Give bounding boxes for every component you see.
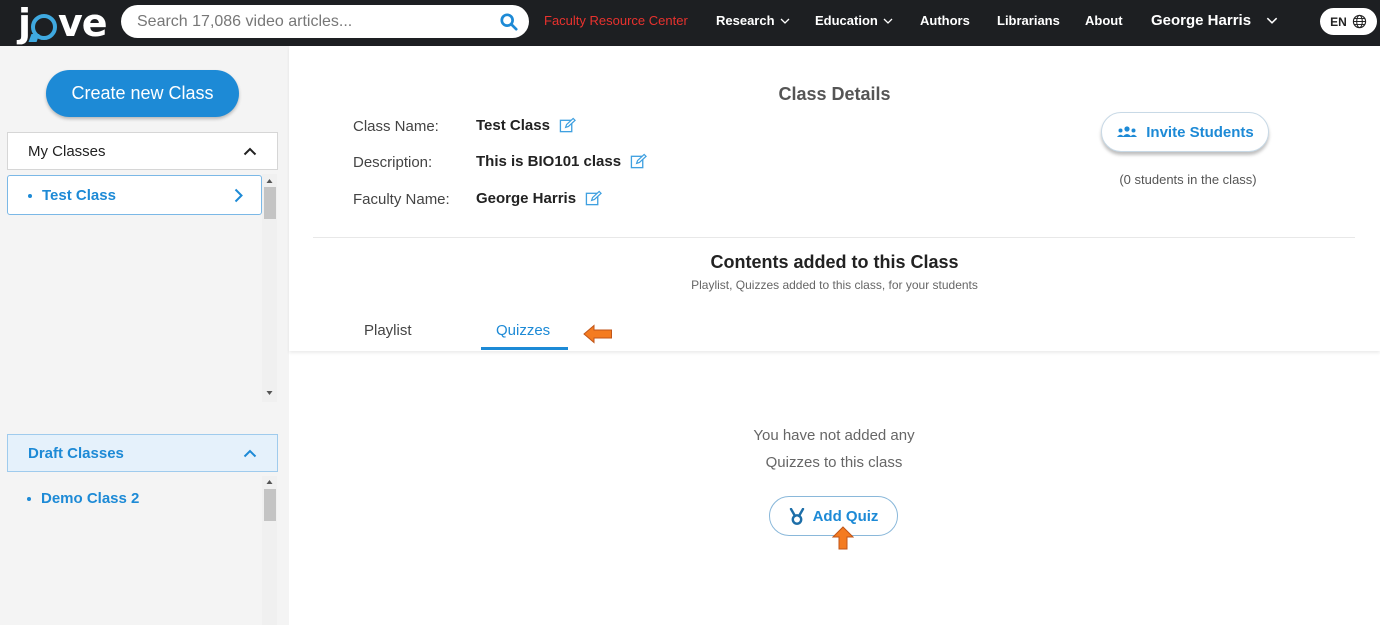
class-name-field: Test Class <box>476 117 576 134</box>
logo-text-j: j <box>18 1 31 45</box>
description-label: Description: <box>353 154 433 171</box>
user-menu[interactable]: George Harris <box>1151 12 1278 29</box>
language-label: EN <box>1330 14 1347 29</box>
scroll-up-arrow-icon[interactable] <box>264 177 275 185</box>
nav-librarians[interactable]: Librarians <box>997 13 1060 28</box>
chevron-down-icon <box>883 18 893 24</box>
empty-state-line-2: Quizzes to this class <box>765 454 903 471</box>
edit-icon[interactable] <box>559 117 576 134</box>
chevron-up-icon <box>243 449 257 457</box>
students-count: (0 students in the class) <box>1119 172 1257 187</box>
logo-o-mark-icon <box>31 14 58 40</box>
empty-state-message: You have not added any Quizzes to this c… <box>289 422 1379 476</box>
faculty-name-field: George Harris <box>476 190 602 207</box>
create-new-class-button[interactable]: Create new Class <box>46 70 239 117</box>
bullet <box>28 193 32 198</box>
nav-education[interactable]: Education <box>815 13 893 28</box>
tab-playlist[interactable]: Playlist <box>364 322 412 339</box>
draft-item-demo-class-2[interactable]: Demo Class 2 <box>27 490 139 507</box>
description-value: This is BIO101 class <box>476 153 622 170</box>
my-classes-header[interactable]: My Classes <box>7 132 278 170</box>
search-box <box>121 5 529 38</box>
chevron-up-icon <box>243 147 257 155</box>
description-field: This is BIO101 class <box>476 153 648 170</box>
users-icon <box>1117 126 1138 137</box>
class-name-label: Class Name: <box>353 118 439 135</box>
my-classes-scroll-thumb[interactable] <box>264 187 276 219</box>
nav-research[interactable]: Research <box>716 13 790 28</box>
nav-authors[interactable]: Authors <box>920 13 970 28</box>
nav-about[interactable]: About <box>1085 13 1123 28</box>
language-selector[interactable]: EN <box>1320 8 1377 35</box>
faculty-name-label: Faculty Name: <box>353 191 450 208</box>
my-classes-label: My Classes <box>28 142 106 160</box>
user-name: George Harris <box>1151 12 1252 29</box>
main-content: Class Details Class Name: Test Class Des… <box>289 46 1380 625</box>
nav-research-label: Research <box>716 13 775 28</box>
draft-class-name: Demo Class 2 <box>41 490 140 507</box>
add-quiz-label: Add Quiz <box>812 507 879 525</box>
edit-icon[interactable] <box>585 190 602 207</box>
class-details-title: Class Details <box>778 84 891 104</box>
jove-logo[interactable]: j ve <box>18 1 108 45</box>
globe-icon <box>1352 14 1366 29</box>
invite-students-label: Invite Students <box>1146 123 1254 141</box>
faculty-name-value: George Harris <box>476 190 577 207</box>
bullet <box>27 497 31 502</box>
empty-state-line-1: You have not added any <box>753 427 915 444</box>
draft-classes-label: Draft Classes <box>28 444 124 462</box>
medal-icon <box>789 507 804 525</box>
chevron-down-icon <box>1266 17 1278 24</box>
arrow-annotation-icon <box>583 324 612 344</box>
scroll-down-arrow-icon[interactable] <box>264 389 275 397</box>
arrow-annotation-icon <box>832 526 854 550</box>
draft-classes-scroll-thumb[interactable] <box>264 489 276 521</box>
edit-icon[interactable] <box>630 153 648 170</box>
search-icon[interactable] <box>500 13 518 31</box>
draft-classes-header[interactable]: Draft Classes <box>7 434 278 472</box>
class-name-value: Test Class <box>476 117 550 134</box>
chevron-down-icon <box>780 18 790 24</box>
tab-quizzes[interactable]: Quizzes <box>496 322 550 339</box>
class-item-label: Test Class <box>28 187 116 204</box>
logo-text-ve: ve <box>58 1 108 45</box>
class-name: Test Class <box>42 186 116 204</box>
search-input[interactable] <box>137 11 487 33</box>
contents-subtitle: Playlist, Quizzes added to this class, f… <box>691 278 978 292</box>
nav-education-label: Education <box>815 13 878 28</box>
section-divider <box>313 237 1355 238</box>
invite-students-button[interactable]: Invite Students <box>1101 112 1269 152</box>
chevron-right-icon <box>234 188 243 202</box>
sidebar: Create new Class My Classes Test Class D… <box>0 46 289 625</box>
top-nav-bar: j ve Faculty Resource Center Research Ed… <box>0 0 1380 46</box>
active-tab-indicator <box>481 347 568 350</box>
class-details-card: Class Details Class Name: Test Class Des… <box>289 46 1380 351</box>
scroll-up-arrow-icon[interactable] <box>264 478 275 486</box>
class-item-test-class[interactable]: Test Class <box>7 175 262 215</box>
faculty-resource-center-link[interactable]: Faculty Resource Center <box>544 13 688 28</box>
contents-title: Contents added to this Class <box>710 252 959 272</box>
